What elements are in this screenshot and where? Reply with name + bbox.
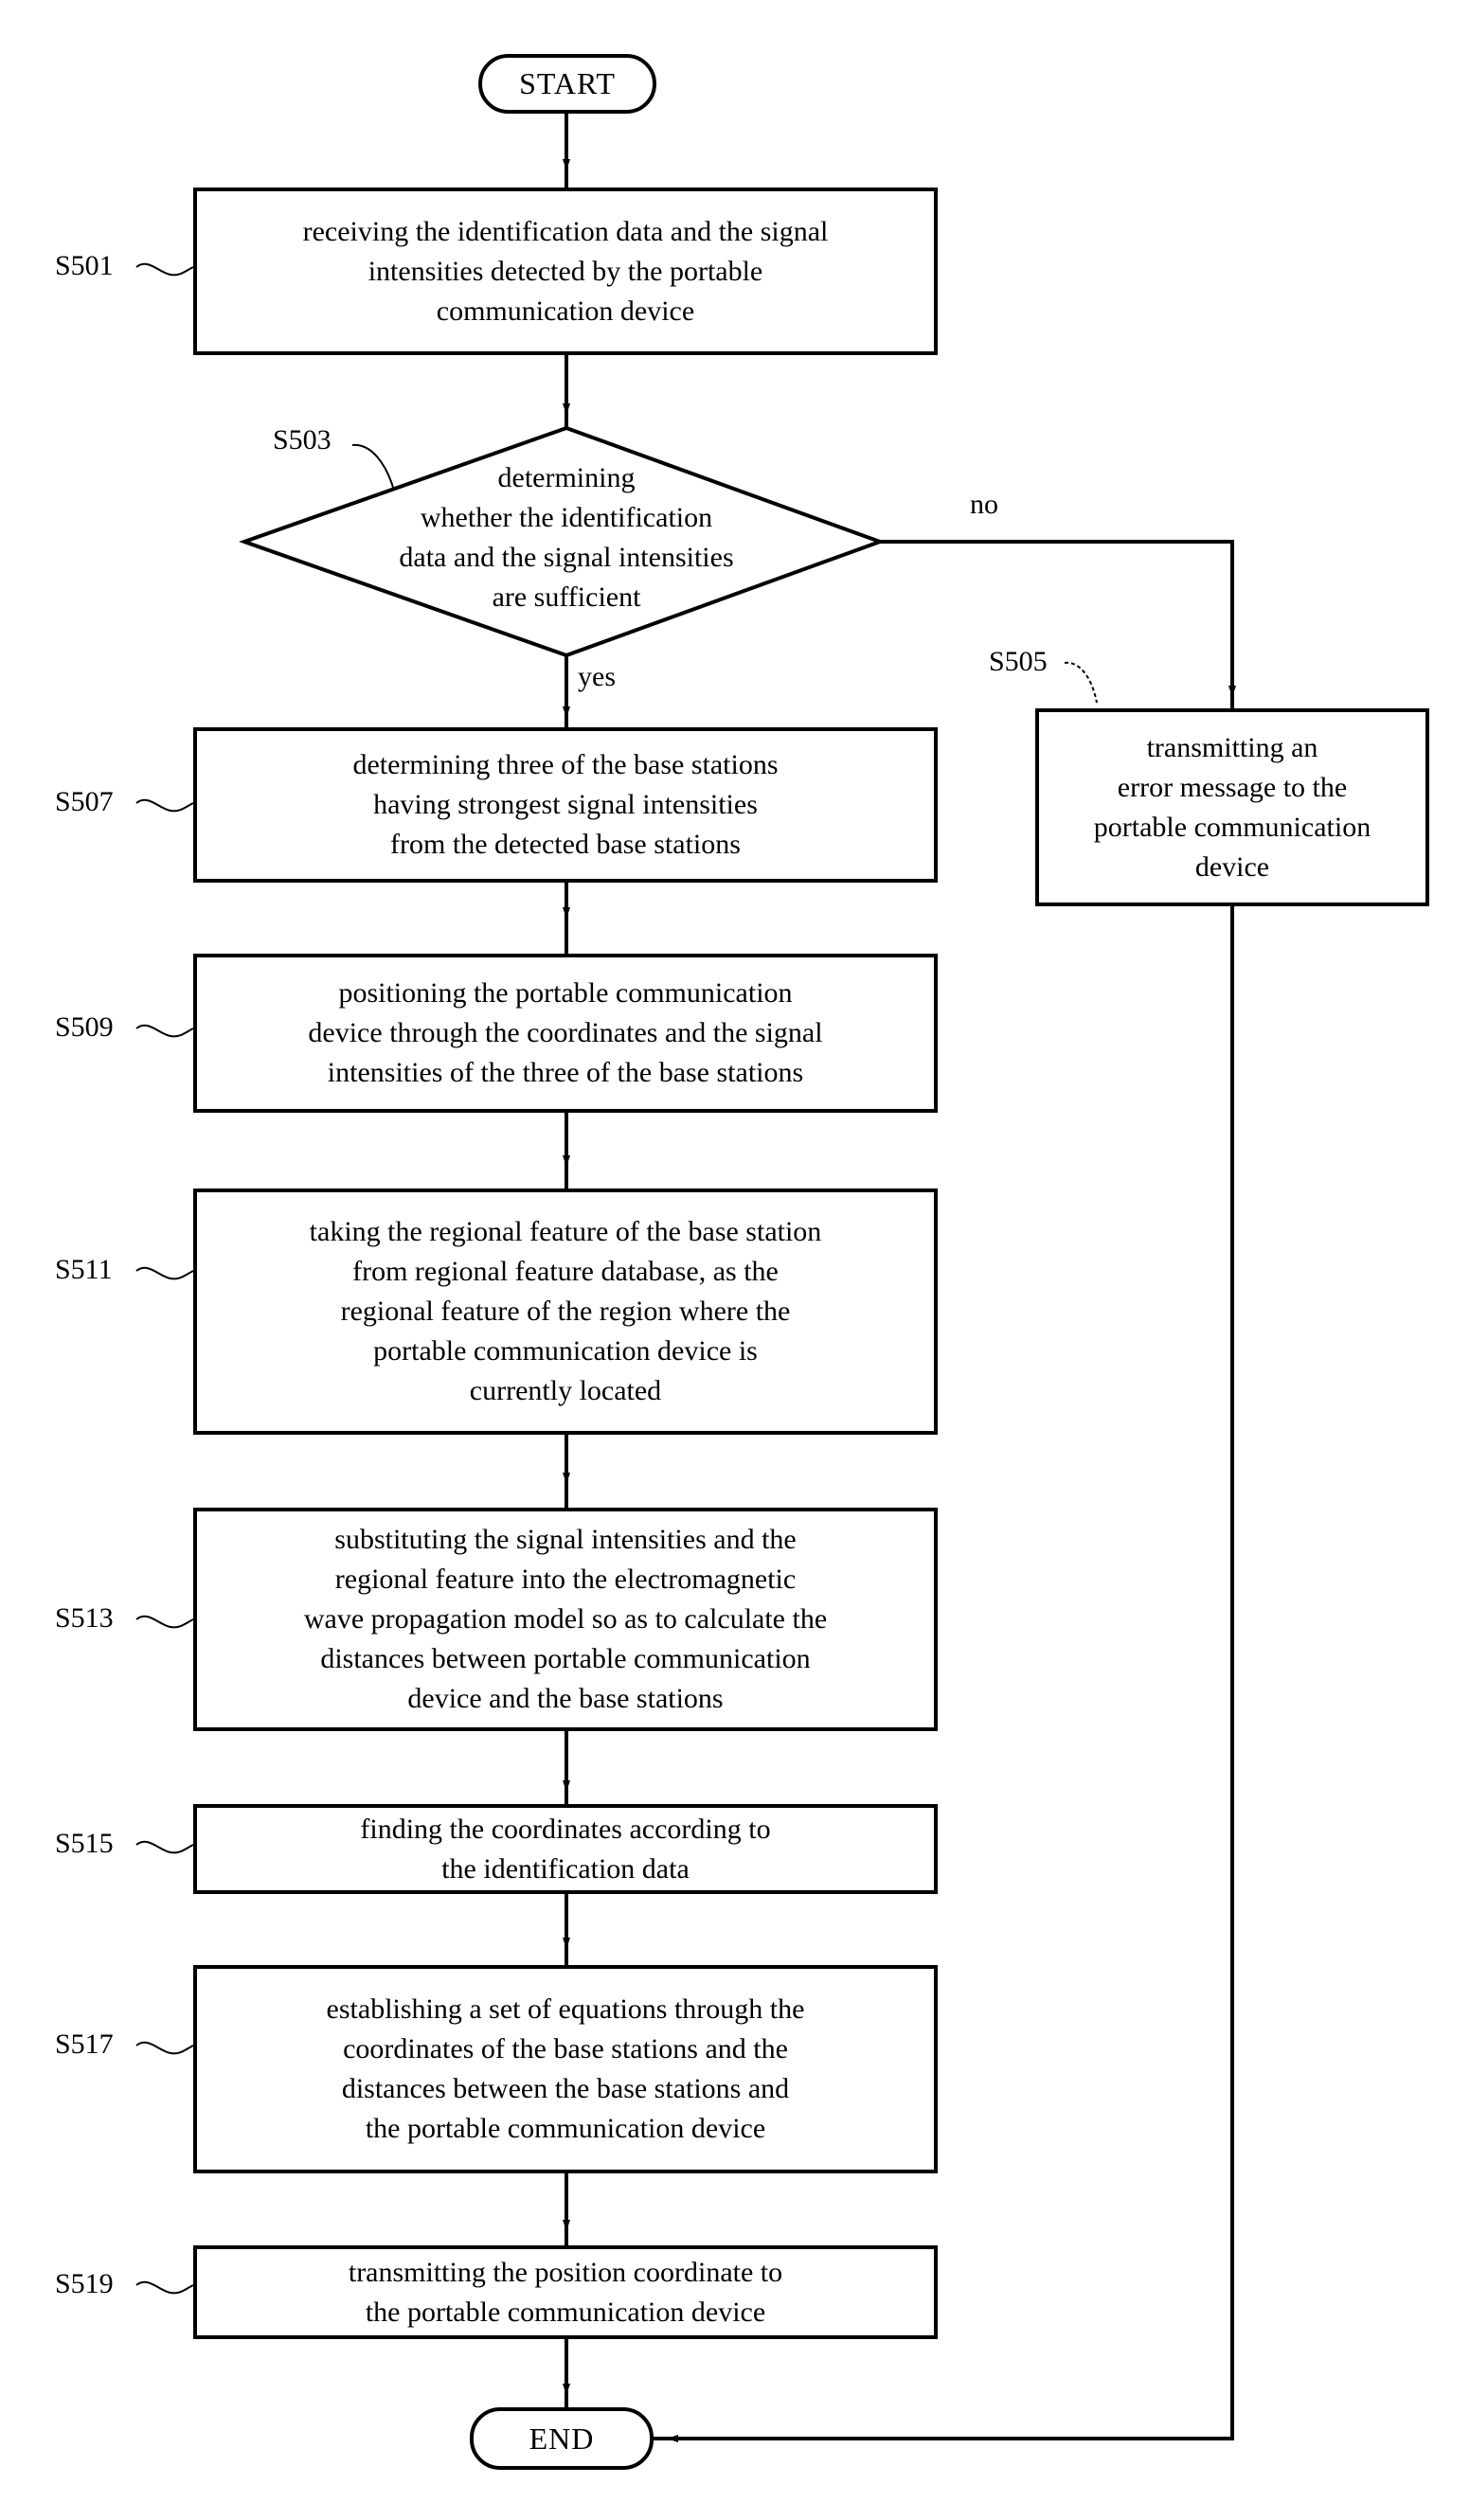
arrowhead-icon [563,159,570,170]
leader-s509 [135,1024,194,1038]
step-label-s505: S505 [989,646,1048,677]
process-box-s511: taking the regional feature of the base … [193,1189,938,1435]
arrowhead-icon [563,1780,570,1792]
step-label-s513: S513 [55,1602,114,1634]
arrowhead-icon [1228,686,1236,697]
leader-s515 [135,1840,194,1854]
leader-s501 [135,262,194,277]
branch-label-no: no [970,489,998,520]
step-label-s511: S511 [55,1254,113,1285]
process-box-s509: positioning the portable communication d… [193,954,938,1113]
leader-s517 [135,2041,194,2055]
process-box-s505: transmitting an error message to the por… [1035,708,1429,906]
arrowhead-icon [563,1473,570,1484]
leader-s511 [135,1266,194,1280]
end-label: END [529,2421,595,2456]
leader-s513 [135,1615,194,1629]
arrowhead-icon [563,1155,570,1167]
step-label-s507: S507 [55,786,114,817]
process-box-s517: establishing a set of equations through … [193,1965,938,2173]
process-text-s511: taking the regional feature of the base … [309,1216,822,1406]
process-text-s507: determining three of the base stations h… [352,749,779,860]
process-text-s515: finding the coordinates according to the… [360,1813,771,1885]
arrowhead-icon [563,1938,570,1949]
process-text-s505: transmitting an error message to the por… [1093,731,1371,883]
process-text-s519: transmitting the position coordinate to … [348,2256,783,2328]
step-label-s519: S519 [55,2268,114,2299]
process-text-s509: positioning the portable communication d… [308,977,823,1088]
leader-s507 [135,798,194,813]
process-text-s517: establishing a set of equations through … [326,1993,805,2144]
arrowhead-icon [563,706,570,718]
process-text-s513: substituting the signal intensities and … [303,1524,828,1714]
branch-label-yes: yes [578,661,616,692]
process-text-s501: receiving the identification data and th… [302,215,829,327]
step-label-s517: S517 [55,2029,114,2060]
decision-text-s503: determining whether the identification d… [399,462,734,613]
process-box-s515: finding the coordinates according to the… [193,1804,938,1894]
step-label-s509: S509 [55,1011,114,1043]
end-terminal: END [470,2407,654,2470]
process-box-s519: transmitting the position coordinate to … [193,2245,938,2339]
step-label-s503: S503 [273,424,332,456]
arrowhead-icon [563,403,570,415]
arrowhead-icon [563,2220,570,2231]
arrowhead-icon [563,2384,570,2395]
leader-s505 [1064,661,1098,704]
step-label-s515: S515 [55,1828,114,1859]
process-box-s501: receiving the identification data and th… [193,188,938,355]
start-terminal: START [478,54,656,114]
arrowhead-icon [667,2435,678,2442]
process-box-s507: determining three of the base stations h… [193,727,938,883]
start-label: START [519,66,616,100]
process-box-s513: substituting the signal intensities and … [193,1508,938,1731]
step-label-s501: S501 [55,250,114,281]
leader-s519 [135,2280,194,2295]
edge-s503-s505-no [880,540,1234,708]
arrowhead-icon [563,907,570,919]
